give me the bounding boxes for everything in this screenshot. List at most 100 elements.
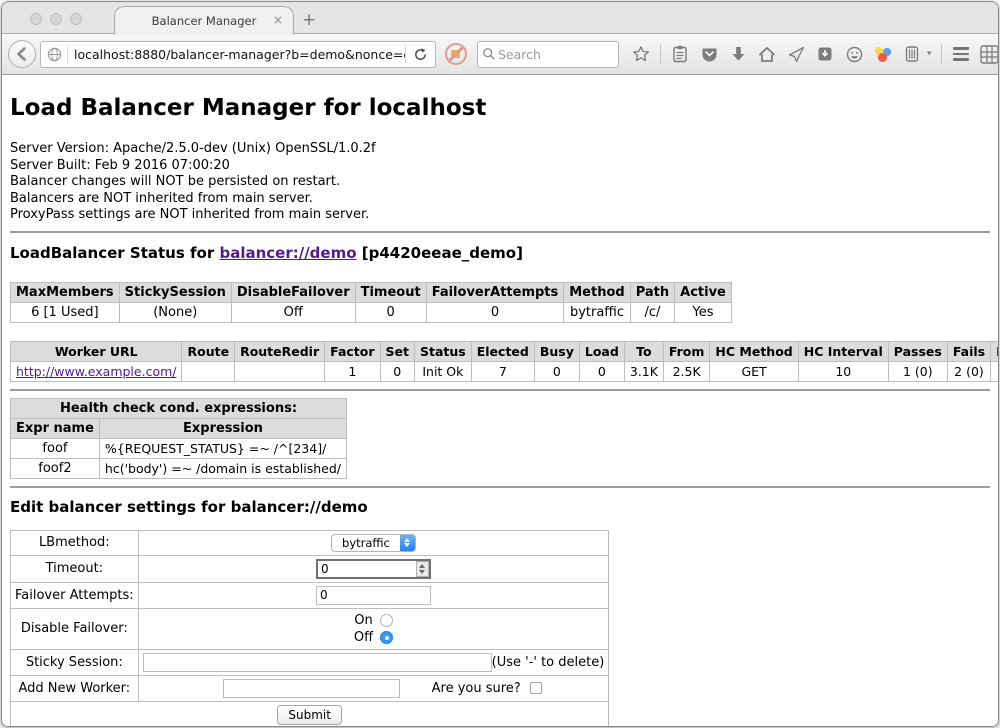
sticky-session-hint: (Use '-' to delete) xyxy=(492,655,605,670)
pocket-icon[interactable] xyxy=(699,43,719,65)
tab-close-icon[interactable]: × xyxy=(273,13,283,27)
worker-url-link[interactable]: http://www.example.com/ xyxy=(16,364,176,379)
reload-button[interactable] xyxy=(406,47,435,62)
back-button[interactable] xyxy=(8,40,36,68)
submit-row: Submit xyxy=(11,701,609,727)
new-tab-button[interactable]: + xyxy=(302,10,316,30)
status-heading-prefix: LoadBalancer Status for xyxy=(10,244,219,262)
sticky-session-row: Sticky Session: (Use '-' to delete) xyxy=(11,649,609,675)
table-header-row: MaxMembers StickySession DisableFailover… xyxy=(11,282,732,302)
edit-settings-heading: Edit balancer settings for balancer://de… xyxy=(10,498,990,516)
timeout-field-wrap xyxy=(316,559,431,579)
search-icon xyxy=(482,47,496,61)
submit-button[interactable]: Submit xyxy=(277,705,342,725)
proxypass-note: ProxyPass settings are NOT inherited fro… xyxy=(10,207,990,224)
search-input[interactable] xyxy=(496,46,614,63)
table-row: foof %{REQUEST_STATUS} =~ /^[234]/ xyxy=(11,438,347,458)
disable-failover-row: Disable Failover: On Off xyxy=(11,608,609,649)
smiley-icon[interactable] xyxy=(844,43,864,65)
col-path: Path xyxy=(630,282,674,302)
worker-table: Worker URL Route RouteRedir Factor Set S… xyxy=(10,341,998,382)
save-to-box-icon[interactable] xyxy=(815,43,835,65)
zoom-window-button[interactable] xyxy=(70,13,82,25)
radio-on-label: On xyxy=(354,612,372,629)
status-heading-suffix: [p4420eeae_demo] xyxy=(357,244,523,262)
col-method: Method xyxy=(564,282,630,302)
persist-note: Balancer changes will NOT be persisted o… xyxy=(10,174,990,191)
status-heading: LoadBalancer Status for balancer://demo … xyxy=(10,244,990,262)
col-disablefailover: DisableFailover xyxy=(231,282,355,302)
site-identity-globe-icon[interactable] xyxy=(41,47,67,62)
select-chevrons-icon xyxy=(400,534,415,552)
col-stickysession: StickySession xyxy=(119,282,231,302)
dropdown-caret-icon[interactable]: ▾ xyxy=(927,49,932,59)
tab-bar: Balancer Manager × + xyxy=(2,2,998,34)
close-window-button[interactable] xyxy=(30,13,42,25)
lbmethod-row: LBmethod: bytraffic xyxy=(11,530,609,555)
divider xyxy=(10,231,990,233)
col-active: Active xyxy=(675,282,732,302)
edit-settings-form: LBmethod: bytraffic Timeout: xyxy=(10,530,609,728)
col-expr-name: Expr name xyxy=(11,418,100,438)
toolbar-separator xyxy=(941,44,942,64)
server-version: Server Version: Apache/2.5.0-dev (Unix) … xyxy=(10,141,990,158)
minimize-window-button[interactable] xyxy=(50,13,62,25)
url-bar[interactable]: localhost:8880/balancer-manager?b=demo&n… xyxy=(40,41,436,68)
sticky-session-label: Sticky Session: xyxy=(11,649,139,675)
col-expression: Expression xyxy=(99,418,346,438)
back-arrow-icon xyxy=(15,47,29,61)
radio-off[interactable] xyxy=(380,631,393,644)
col-failoverattempts: FailoverAttempts xyxy=(426,282,564,302)
url-text[interactable]: localhost:8880/balancer-manager?b=demo&n… xyxy=(68,47,405,62)
search-box[interactable] xyxy=(477,41,619,68)
timeout-label: Timeout: xyxy=(11,555,139,582)
table-row: 6 [1 Used] (None) Off 0 0 bytraffic /c/ … xyxy=(11,302,732,322)
col-maxmembers: MaxMembers xyxy=(11,282,120,302)
lbmethod-select[interactable]: bytraffic xyxy=(331,534,416,552)
balancers-note: Balancers are NOT inherited from main se… xyxy=(10,191,990,208)
timeout-input[interactable] xyxy=(316,559,431,579)
disable-failover-label: Disable Failover: xyxy=(11,608,139,649)
downloads-icon[interactable] xyxy=(728,43,748,65)
failover-attempts-row: Failover Attempts: xyxy=(11,582,609,608)
health-table-title: Health check cond. expressions: xyxy=(11,398,347,418)
timeout-row: Timeout: xyxy=(11,555,609,582)
health-check-table: Health check cond. expressions: Expr nam… xyxy=(10,398,347,479)
lbmethod-label: LBmethod: xyxy=(11,530,139,555)
server-info: Server Version: Apache/2.5.0-dev (Unix) … xyxy=(10,141,990,224)
balancer-demo-link[interactable]: balancer://demo xyxy=(219,244,356,262)
sticky-session-input[interactable] xyxy=(143,653,492,672)
clipboard-icon[interactable] xyxy=(670,43,690,65)
col-timeout: Timeout xyxy=(355,282,426,302)
toolbar-icons: ▾ xyxy=(631,43,992,65)
table-row: foof2 hc('body') =~ /domain is establish… xyxy=(11,458,347,478)
server-built: Server Built: Feb 9 2016 07:00:20 xyxy=(10,158,990,175)
worker-row: http://www.example.com/ 1 0 Init Ok 7 0 … xyxy=(11,361,999,381)
failover-attempts-input[interactable] xyxy=(316,586,431,605)
tab-balancer-manager[interactable]: Balancer Manager × xyxy=(114,6,294,35)
window-controls xyxy=(30,13,82,25)
container-list-icon[interactable] xyxy=(902,43,922,65)
menu-hamburger-icon[interactable] xyxy=(951,43,971,65)
browser-window: Balancer Manager × + localhost:8880/bala… xyxy=(1,1,999,727)
toolbar-separator xyxy=(660,44,661,64)
divider xyxy=(10,486,990,488)
lbmethod-selected-value: bytraffic xyxy=(332,536,400,550)
grid-apps-icon[interactable] xyxy=(980,43,999,65)
add-worker-input[interactable] xyxy=(223,679,400,698)
bookmark-star-icon[interactable] xyxy=(631,43,651,65)
page-title: Load Balancer Manager for localhost xyxy=(10,95,990,121)
content-blocked-icon[interactable] xyxy=(445,43,467,65)
add-worker-label: Add New Worker: xyxy=(11,675,139,701)
paper-plane-icon[interactable] xyxy=(786,43,806,65)
divider xyxy=(10,389,990,391)
number-spinner[interactable] xyxy=(416,561,429,577)
radio-on[interactable] xyxy=(380,614,393,627)
add-worker-row: Add New Worker: Are you sure? xyxy=(11,675,609,701)
confirm-label: Are you sure? xyxy=(432,681,521,696)
tab-title: Balancer Manager xyxy=(152,14,257,28)
confirm-checkbox[interactable] xyxy=(530,682,542,694)
home-icon[interactable] xyxy=(757,43,777,65)
colored-dots-icon[interactable] xyxy=(873,43,893,65)
page-content: Load Balancer Manager for localhost Serv… xyxy=(2,75,998,727)
